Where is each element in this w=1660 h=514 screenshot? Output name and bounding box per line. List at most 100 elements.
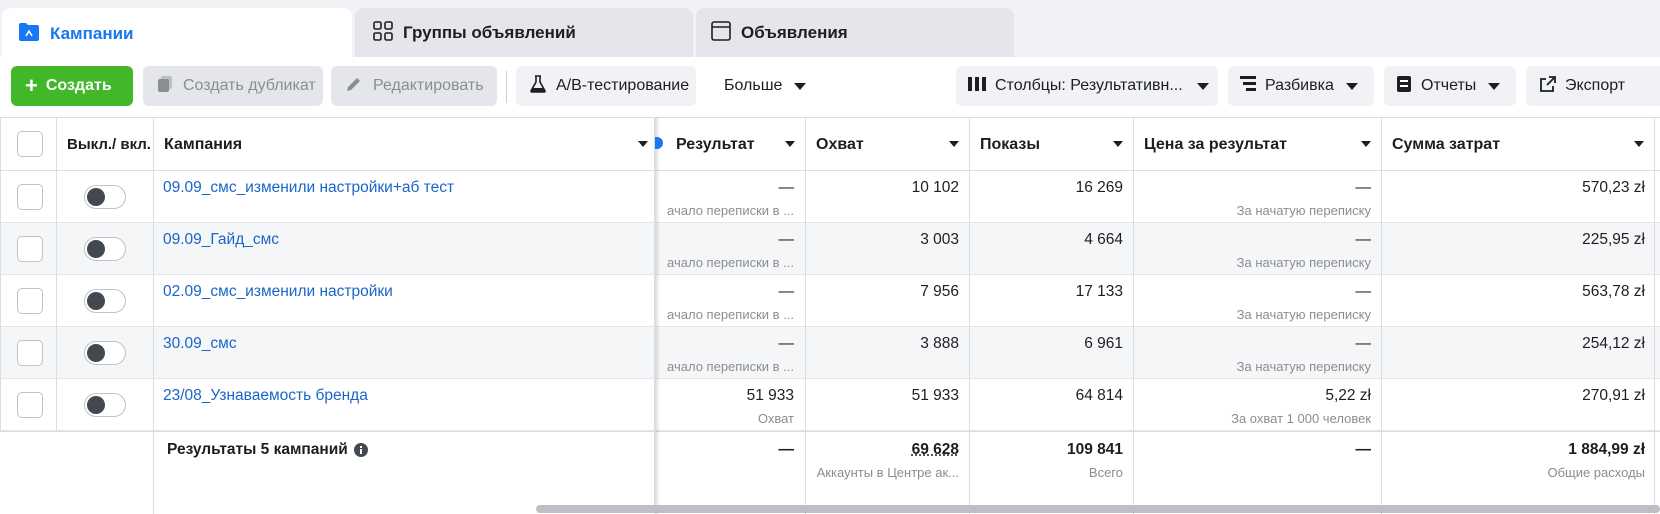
totals-impressions-subtext: Всего [969, 465, 1123, 480]
campaign-toggle[interactable] [84, 393, 126, 417]
columns-icon [968, 77, 986, 96]
column-header-reach[interactable]: Охват [805, 118, 969, 171]
row-checkbox[interactable] [17, 184, 43, 210]
ad-icon [711, 21, 731, 46]
toggle-knob [87, 292, 105, 310]
impressions-value: 64 814 [969, 387, 1123, 405]
spend-value: 254,12 zł [1381, 335, 1645, 353]
create-button[interactable]: + Создать [11, 66, 133, 106]
campaign-name-link[interactable]: 23/08_Узнаваемость бренда [163, 387, 368, 405]
column-cpr-label: Цена за результат [1144, 136, 1287, 154]
row-checkbox[interactable] [17, 236, 43, 262]
result-value: — [660, 283, 794, 301]
row-checkbox[interactable] [17, 392, 43, 418]
result-value: 51 933 [660, 387, 794, 405]
export-label: Экспорт [1565, 77, 1625, 95]
result-subtext: ачало переписки в ... [660, 203, 794, 218]
row-checkbox[interactable] [17, 340, 43, 366]
totals-label: Результаты 5 кампаний [167, 441, 348, 459]
breakdown-label: Разбивка [1265, 77, 1334, 95]
export-icon [1540, 76, 1556, 97]
campaign-toggle[interactable] [84, 289, 126, 313]
sort-caret-icon [949, 141, 959, 147]
tab-ads[interactable]: Объявления [696, 8, 1014, 58]
row-checkbox[interactable] [17, 288, 43, 314]
campaign-toggle[interactable] [84, 185, 126, 209]
info-icon[interactable] [354, 443, 368, 457]
table-row[interactable]: 02.09_смс_изменили настройки — ачало пер… [0, 275, 1660, 327]
spend-value: 270,91 zł [1381, 387, 1645, 405]
campaign-name-link[interactable]: 30.09_смс [163, 335, 237, 353]
plus-icon: + [25, 75, 38, 97]
duplicate-label: Создать дубликат [183, 77, 316, 95]
tab-ad-sets[interactable]: Группы объявлений [355, 8, 693, 58]
ab-test-label: A/B-тестирование [556, 77, 689, 95]
flask-icon [530, 75, 546, 98]
duplicate-button[interactable]: Создать дубликат [143, 66, 323, 106]
table-row[interactable]: 09.09_Гайд_смс — ачало переписки в ... 3… [0, 223, 1660, 275]
impressions-value: 17 133 [969, 283, 1123, 301]
duplicate-icon [157, 75, 173, 98]
totals-spend: 1 884,99 zł [1381, 441, 1645, 459]
campaign-name-link[interactable]: 02.09_смс_изменили настройки [163, 283, 393, 301]
table-header: Выкл./ вкл. Кампания Результат Охват Пок… [0, 117, 1660, 171]
table-row[interactable]: 09.09_смс_изменили настройки+аб тест — а… [0, 171, 1660, 223]
spend-value: 225,95 zł [1381, 231, 1645, 249]
reach-value: 3 003 [805, 231, 959, 249]
export-button[interactable]: Экспорт [1526, 66, 1660, 106]
reports-button[interactable]: Отчеты [1384, 66, 1516, 106]
edit-label: Редактировать [373, 77, 484, 95]
cpr-subtext: За охват 1 000 человек [1133, 411, 1371, 426]
sort-caret-icon [1634, 141, 1644, 147]
edit-button[interactable]: Редактировать [331, 66, 497, 106]
horizontal-scrollbar[interactable] [536, 505, 1660, 513]
result-subtext: ачало переписки в ... [660, 359, 794, 374]
campaign-name-link[interactable]: 09.09_Гайд_смс [163, 231, 279, 249]
chevron-down-icon [1197, 83, 1209, 90]
totals-row: Результаты 5 кампаний — 69 628 Аккаунты … [0, 431, 1660, 514]
more-button[interactable]: Больше [710, 66, 822, 106]
column-spend-label: Сумма затрат [1392, 136, 1500, 154]
column-header-cost-per-result[interactable]: Цена за результат [1133, 118, 1381, 171]
reach-value: 3 888 [805, 335, 959, 353]
spend-value: 570,23 zł [1381, 179, 1645, 197]
chevron-down-icon [794, 83, 806, 90]
cpr-value: — [1133, 231, 1371, 249]
create-label: Создать [46, 77, 112, 95]
ab-test-button[interactable]: A/B-тестирование [516, 66, 696, 106]
column-header-toggle[interactable]: Выкл./ вкл. [56, 118, 154, 171]
campaign-toggle[interactable] [84, 237, 126, 261]
campaign-name-link[interactable]: 09.09_смс_изменили настройки+аб тест [163, 179, 454, 197]
totals-reach[interactable]: 69 628 [805, 441, 959, 459]
result-value: — [660, 335, 794, 353]
table-row[interactable]: 23/08_Узнаваемость бренда 51 933 Охват 5… [0, 379, 1660, 431]
frozen-column-edge [654, 117, 656, 514]
column-toggle-label: Выкл./ вкл. [67, 135, 151, 154]
frozen-column-shadow [656, 117, 660, 514]
tab-campaigns[interactable]: Кампании [2, 8, 352, 60]
breakdown-button[interactable]: Разбивка [1228, 66, 1374, 106]
table-row[interactable]: 30.09_смс — ачало переписки в ... 3 888 … [0, 327, 1660, 379]
columns-button[interactable]: Столбцы: Результативн... [956, 66, 1218, 106]
result-subtext: ачало переписки в ... [660, 307, 794, 322]
column-result-label: Результат [676, 136, 755, 154]
column-header-campaign[interactable]: Кампания [153, 118, 658, 171]
campaign-table: Выкл./ вкл. Кампания Результат Охват Пок… [0, 117, 1660, 514]
campaign-toggle[interactable] [84, 341, 126, 365]
column-divider [153, 117, 154, 514]
column-header-spend[interactable]: Сумма затрат [1381, 118, 1654, 171]
reports-icon [1396, 75, 1412, 98]
grid-icon [373, 21, 393, 46]
column-header-impressions[interactable]: Показы [969, 118, 1133, 171]
column-impressions-label: Показы [980, 136, 1040, 154]
toolbar: + Создать Создать дубликат Редактировать… [0, 57, 1660, 117]
result-value: — [660, 231, 794, 249]
select-all-checkbox[interactable] [17, 131, 43, 157]
column-divider [0, 117, 1, 431]
breakdown-icon [1240, 76, 1256, 97]
result-subtext: Охват [660, 411, 794, 426]
column-header-result[interactable]: Результат [658, 118, 805, 171]
reach-value: 7 956 [805, 283, 959, 301]
cpr-value: — [1133, 179, 1371, 197]
more-label: Больше [724, 77, 782, 95]
